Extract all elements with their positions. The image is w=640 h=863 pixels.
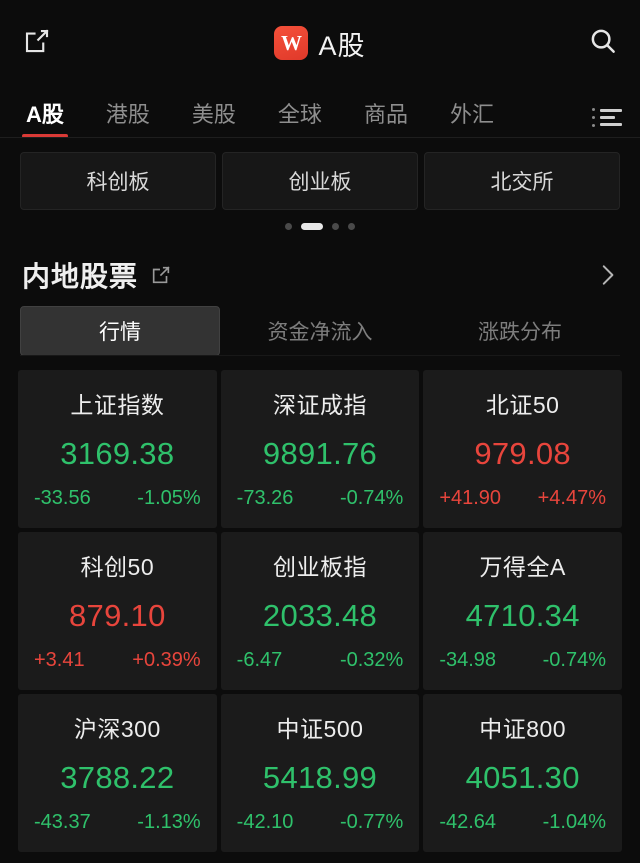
pager-dot[interactable] <box>332 222 339 230</box>
index-percent: -0.74% <box>542 649 606 671</box>
index-change: -43.37 <box>34 811 91 833</box>
index-name: 沪深300 <box>73 716 161 742</box>
index-name: 深证成指 <box>272 392 367 418</box>
index-percent: +0.39% <box>132 649 201 671</box>
wind-logo-icon: W <box>274 26 309 60</box>
index-price: 879.10 <box>69 598 166 633</box>
index-percent: -1.05% <box>137 487 201 509</box>
section-header: 内地股票 <box>0 242 640 300</box>
view-mode-segments: 行情 资金净流入 涨跌分布 <box>0 300 640 356</box>
tab-forex[interactable]: 外汇 <box>444 97 500 138</box>
index-card[interactable]: 中证800 4051.30 -42.64 -1.04% <box>423 694 622 852</box>
index-change: -73.26 <box>236 487 294 509</box>
index-percent: -1.13% <box>137 811 201 833</box>
index-percent: -1.04% <box>542 811 606 833</box>
share-export-icon <box>22 26 52 61</box>
index-card[interactable]: 中证500 5418.99 -42.10 -0.77% <box>220 694 420 852</box>
index-percent: +4.47% <box>537 487 606 509</box>
chevron-right-icon[interactable] <box>594 262 622 288</box>
index-name: 科创50 <box>80 554 155 580</box>
segment-quotes[interactable]: 行情 <box>20 306 220 356</box>
carousel-pager[interactable] <box>0 210 640 242</box>
share-button[interactable] <box>22 19 70 67</box>
index-price: 2033.48 <box>262 598 378 633</box>
index-name: 上证指数 <box>70 392 165 418</box>
index-card[interactable]: 科创50 879.10 +3.41 +0.39% <box>18 532 217 690</box>
index-price: 5418.99 <box>262 760 378 795</box>
segment-net-inflow[interactable]: 资金净流入 <box>220 306 420 356</box>
index-card[interactable]: 上证指数 3169.38 -33.56 -1.05% <box>18 370 217 528</box>
index-price: 3169.38 <box>60 436 175 471</box>
search-button[interactable] <box>570 19 618 67</box>
index-change: -34.98 <box>439 649 497 671</box>
index-grid: 上证指数 3169.38 -33.56 -1.05% 深证成指 9891.76 … <box>0 356 640 852</box>
pager-dot[interactable] <box>285 222 292 230</box>
index-percent: -0.77% <box>339 811 404 833</box>
index-change: -6.47 <box>236 649 283 671</box>
index-name: 中证800 <box>479 716 567 742</box>
index-card[interactable]: 深证成指 9891.76 -73.26 -0.74% <box>220 370 420 528</box>
index-change: +3.41 <box>34 649 85 671</box>
index-name: 万得全A <box>479 554 566 580</box>
tab-commodities[interactable]: 商品 <box>358 97 414 138</box>
index-card[interactable]: 北证50 979.08 +41.90 +4.47% <box>423 370 622 528</box>
index-name: 中证500 <box>276 716 364 742</box>
list-menu-icon <box>600 109 622 126</box>
index-change: -42.64 <box>439 811 497 833</box>
index-price: 3788.22 <box>60 760 175 795</box>
category-tabs: A股 港股 美股 全球 商品 外汇 <box>0 86 640 138</box>
pager-dot[interactable] <box>348 222 355 230</box>
tab-a-shares[interactable]: A股 <box>20 97 70 138</box>
tab-hk-shares[interactable]: 港股 <box>100 97 156 138</box>
index-card[interactable]: 创业板指 2033.48 -6.47 -0.32% <box>220 532 420 690</box>
chip-bse[interactable]: 北交所 <box>424 152 620 210</box>
board-chip-row: 科创板 创业板 北交所 <box>0 138 640 210</box>
index-price: 4051.30 <box>465 760 580 795</box>
menu-dots-icon <box>592 108 595 127</box>
index-card[interactable]: 沪深300 3788.22 -43.37 -1.13% <box>18 694 217 852</box>
tabs-menu-button[interactable] <box>592 108 622 138</box>
tab-us-shares[interactable]: 美股 <box>186 97 242 138</box>
index-price: 979.08 <box>474 436 571 471</box>
external-link-icon[interactable] <box>150 264 172 286</box>
index-card[interactable]: 万得全A 4710.34 -34.98 -0.74% <box>423 532 622 690</box>
tab-global[interactable]: 全球 <box>272 97 328 138</box>
section-title: 内地股票 <box>22 261 139 292</box>
index-price: 9891.76 <box>262 436 378 471</box>
index-change: -42.10 <box>236 811 294 833</box>
app-header: W A股 <box>0 0 640 86</box>
search-icon <box>588 26 618 61</box>
chip-chinext[interactable]: 创业板 <box>222 152 418 210</box>
index-name: 北证50 <box>485 392 560 418</box>
segment-gain-loss-distribution[interactable]: 涨跌分布 <box>420 306 620 356</box>
index-percent: -0.32% <box>339 649 404 671</box>
index-change: -33.56 <box>34 487 91 509</box>
header-title-group: W A股 <box>70 24 570 63</box>
page-title: A股 <box>318 30 366 61</box>
index-percent: -0.74% <box>339 487 404 509</box>
index-name: 创业板指 <box>272 554 367 580</box>
chip-star-market[interactable]: 科创板 <box>20 152 216 210</box>
index-change: +41.90 <box>439 487 502 509</box>
index-price: 4710.34 <box>465 598 580 633</box>
pager-dot-active[interactable] <box>301 222 323 230</box>
